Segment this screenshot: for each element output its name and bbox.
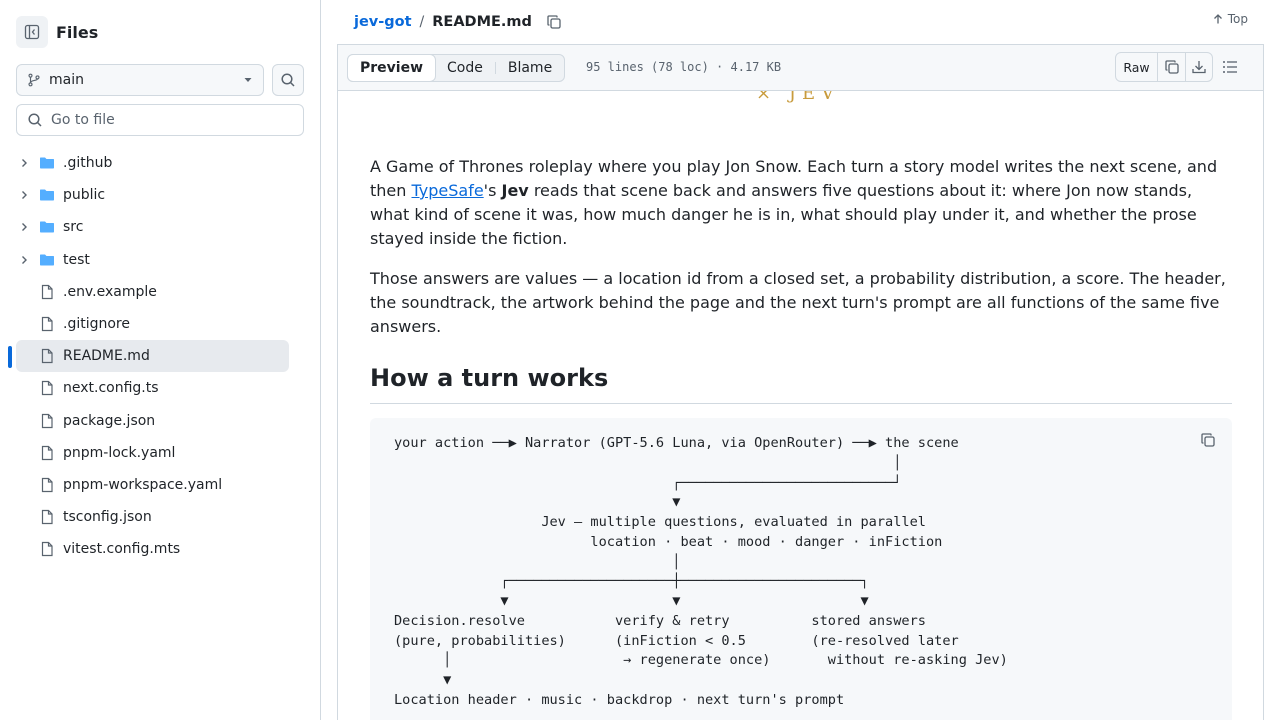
tree-folder-item[interactable]: .github xyxy=(16,147,289,179)
tree-item-label: .env.example xyxy=(63,283,157,300)
folder-icon xyxy=(39,219,55,235)
copy-icon xyxy=(1201,433,1215,447)
caret-down-icon xyxy=(244,78,252,82)
jev-bold: Jev xyxy=(501,181,529,200)
list-unordered-icon xyxy=(1223,61,1237,73)
file-icon xyxy=(39,348,55,364)
tree-item-label: next.config.ts xyxy=(63,380,159,397)
code-block: your action ──▶ Narrator (GPT-5.6 Luna, … xyxy=(370,418,1232,720)
raw-button[interactable]: Raw xyxy=(1116,53,1158,81)
tree-item-label: vitest.config.mts xyxy=(63,541,181,558)
search-icon xyxy=(28,113,42,127)
section-heading: How a turn works xyxy=(370,361,1232,404)
sidebar-title: Files xyxy=(56,22,99,42)
chevron-right-icon[interactable] xyxy=(16,157,32,169)
download-button[interactable] xyxy=(1185,53,1212,81)
tab-blame[interactable]: Blame xyxy=(496,55,564,81)
breadcrumb-separator: / xyxy=(419,14,425,30)
tree-file-item[interactable]: README.md xyxy=(8,340,289,373)
outline-button[interactable] xyxy=(1221,58,1239,80)
tree-file-item[interactable]: vitest.config.mts xyxy=(16,533,289,565)
readme-content: × JEV A Game of Thrones roleplay where y… xyxy=(337,91,1264,720)
sidebar-header: Files xyxy=(16,16,98,48)
chevron-right-icon[interactable] xyxy=(16,221,32,233)
intro-text: 's xyxy=(483,181,502,200)
branch-name: main xyxy=(49,72,84,88)
file-icon xyxy=(39,380,55,396)
top-label: Top xyxy=(1227,12,1248,26)
selected-indicator xyxy=(8,346,12,369)
flow-diagram-code: your action ──▶ Narrator (GPT-5.6 Luna, … xyxy=(394,435,1008,708)
tree-item-label: package.json xyxy=(63,412,156,429)
file-icon xyxy=(39,284,55,300)
intro-paragraph: A Game of Thrones roleplay where you pla… xyxy=(370,155,1232,251)
typesafe-link[interactable]: TypeSafe xyxy=(411,181,483,200)
tree-file-item[interactable]: .env.example xyxy=(16,276,289,308)
values-paragraph: Those answers are values — a location id… xyxy=(370,269,1226,336)
breadcrumb-repo-link[interactable]: jev-got xyxy=(354,14,412,30)
arrow-up-icon xyxy=(1213,14,1222,24)
chevron-right-icon[interactable] xyxy=(16,254,32,266)
tree-item-label: README.md xyxy=(63,348,150,365)
file-icon xyxy=(39,316,55,332)
view-mode-tabs: Preview Code Blame xyxy=(347,54,566,82)
file-tree-sidebar: Files main Go to file .github public src te… xyxy=(0,0,321,720)
branch-selector[interactable]: main xyxy=(16,64,264,96)
branch-icon xyxy=(28,73,40,87)
scroll-top-button[interactable]: Top xyxy=(1212,12,1248,26)
folder-icon xyxy=(39,252,55,268)
tree-item-label: .github xyxy=(63,155,113,172)
search-files-button[interactable] xyxy=(272,64,304,96)
tree-folder-item[interactable]: public xyxy=(16,179,289,211)
file-icon xyxy=(39,477,55,493)
breadcrumb-file: README.md xyxy=(432,14,532,30)
file-icon xyxy=(39,541,55,557)
tree-file-item[interactable]: package.json xyxy=(16,405,289,437)
collapse-sidebar-button[interactable] xyxy=(16,16,48,48)
copy-raw-button[interactable] xyxy=(1158,53,1185,81)
main-panel: jev-got / README.md Top Preview Code Bla… xyxy=(337,0,1264,720)
chevron-right-icon[interactable] xyxy=(16,189,32,201)
go-to-file-placeholder: Go to file xyxy=(51,112,115,128)
tab-preview[interactable]: Preview xyxy=(347,54,437,82)
breadcrumb: jev-got / README.md Top xyxy=(337,0,1264,45)
sidebar-collapse-icon xyxy=(24,24,40,40)
tree-file-item[interactable]: pnpm-lock.yaml xyxy=(16,437,289,469)
tree-file-item[interactable]: tsconfig.json xyxy=(16,501,289,533)
file-icon xyxy=(39,445,55,461)
tree-item-label: .gitignore xyxy=(63,316,130,333)
tree-item-label: public xyxy=(63,187,106,204)
file-header: Preview Code Blame 95 lines (78 loc) · 4… xyxy=(337,45,1264,91)
copy-icon xyxy=(547,15,561,29)
copy-code-button[interactable] xyxy=(1200,432,1216,452)
file-meta: 95 lines (78 loc) · 4.17 KB xyxy=(586,60,782,74)
download-icon xyxy=(1192,61,1206,74)
tree-item-label: src xyxy=(63,219,84,236)
tree-file-item[interactable]: .gitignore xyxy=(16,308,289,340)
tree-item-label: pnpm-workspace.yaml xyxy=(63,476,223,493)
tab-code[interactable]: Code xyxy=(435,55,495,81)
file-tree: .github public src test .env.example .gitigno… xyxy=(8,147,289,565)
tree-folder-item[interactable]: src xyxy=(16,211,289,243)
copy-icon xyxy=(1164,60,1179,74)
go-to-file-input[interactable]: Go to file xyxy=(16,104,304,136)
tree-item-label: pnpm-lock.yaml xyxy=(63,444,176,461)
folder-icon xyxy=(39,155,55,171)
tree-file-item[interactable]: next.config.ts xyxy=(16,372,289,404)
search-icon xyxy=(281,73,295,87)
folder-icon xyxy=(39,187,55,203)
file-icon xyxy=(39,509,55,525)
tree-item-label: test xyxy=(63,251,90,268)
copy-path-button[interactable] xyxy=(546,14,562,30)
tree-file-item[interactable]: pnpm-workspace.yaml xyxy=(16,469,289,501)
file-actions: Raw xyxy=(1115,52,1213,82)
banner-image-fragment: × JEV xyxy=(756,91,841,104)
tree-folder-item[interactable]: test xyxy=(16,244,289,276)
file-icon xyxy=(39,413,55,429)
tree-item-label: tsconfig.json xyxy=(63,509,152,526)
